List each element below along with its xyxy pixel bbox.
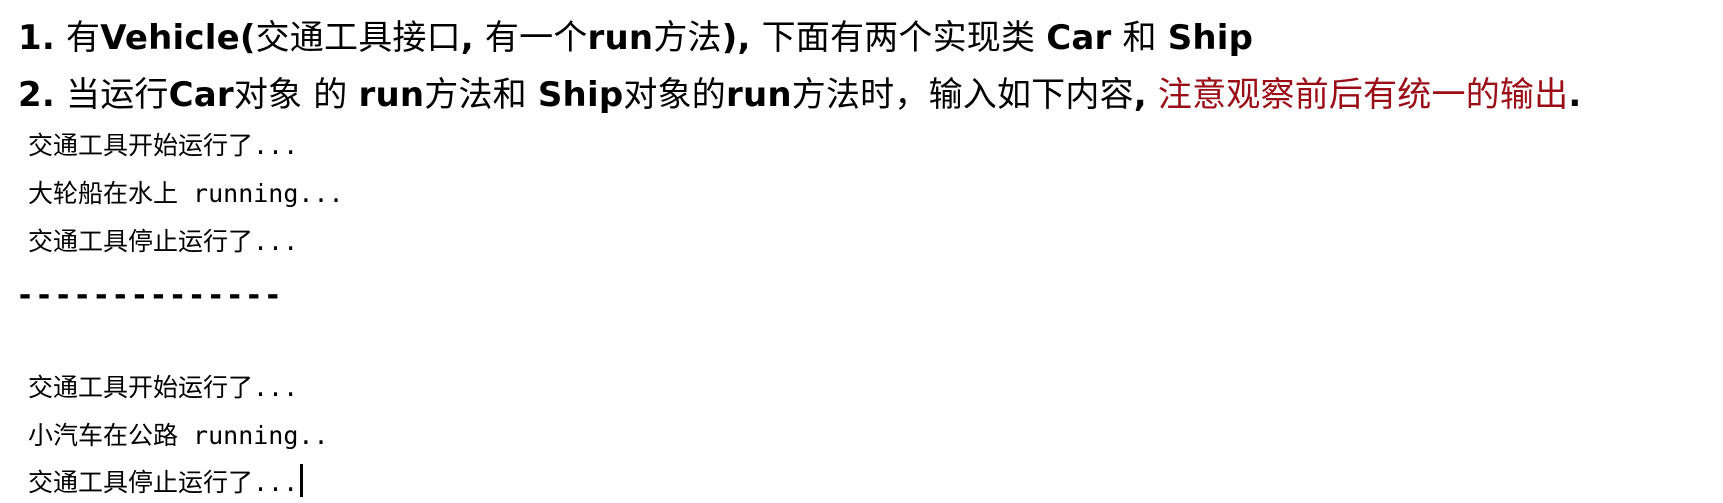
requirement-line-1: 1. 有Vehicle(交通工具接口, 有一个run方法), 下面有两个实现类 … [18, 10, 1253, 59]
output-line-last-text: 交通工具停止运行了... [28, 468, 299, 497]
line1-text-6: 和 [1111, 18, 1168, 58]
line1-run: run [587, 18, 654, 58]
line2-highlight-note: 注意观察前后有统一的输出 [1146, 75, 1569, 115]
line1-text-1: 有 [66, 18, 101, 58]
line1-paren: ), [721, 18, 751, 58]
line2-run-1: run [358, 75, 425, 115]
text-cursor [300, 464, 304, 497]
output-line: 大轮船在水上 running... [28, 179, 344, 208]
line2-number: 2. [18, 75, 55, 115]
line1-ship: Ship [1167, 18, 1254, 58]
line1-car: Car [1046, 18, 1112, 58]
output-line: 交通工具开始运行了... [28, 373, 299, 402]
line2-text-1: 当运行 [54, 75, 169, 115]
output-line: 交通工具停止运行了... [28, 227, 299, 256]
line1-comma: , [460, 18, 474, 58]
line1-text-4: 方法 [653, 18, 722, 58]
line1-text-5: 下面有两个实现类 [750, 18, 1047, 58]
line1-number: 1. [18, 18, 55, 58]
line2-car: Car [168, 75, 234, 115]
line1-vehicle: Vehicle( [100, 18, 256, 58]
line1-text-3: 有一个 [473, 18, 588, 58]
requirement-line-2: 2. 当运行Car对象 的 run方法和 Ship对象的run方法时，输入如下内… [18, 67, 1581, 116]
line2-comma: , [1133, 75, 1147, 115]
document: 1. 有Vehicle(交通工具接口, 有一个run方法), 下面有两个实现类 … [0, 0, 1723, 503]
line2-ship: Ship [537, 75, 624, 115]
line2-run-2: run [725, 75, 792, 115]
output-line: 小汽车在公路 running.. [28, 421, 329, 450]
line2-text-5: 方法时，输入如下内容 [791, 75, 1134, 115]
line1-text-2: 交通工具接口 [255, 18, 461, 58]
line2-period: . [1568, 75, 1582, 115]
output-line: 交通工具开始运行了... [28, 131, 299, 160]
output-line-last[interactable]: 交通工具停止运行了... [28, 463, 304, 499]
separator-line: -------------- [16, 278, 283, 313]
line2-text-2: 对象 的 [233, 75, 359, 115]
line2-text-3: 方法和 [424, 75, 538, 115]
line2-text-4: 对象的 [623, 75, 726, 115]
